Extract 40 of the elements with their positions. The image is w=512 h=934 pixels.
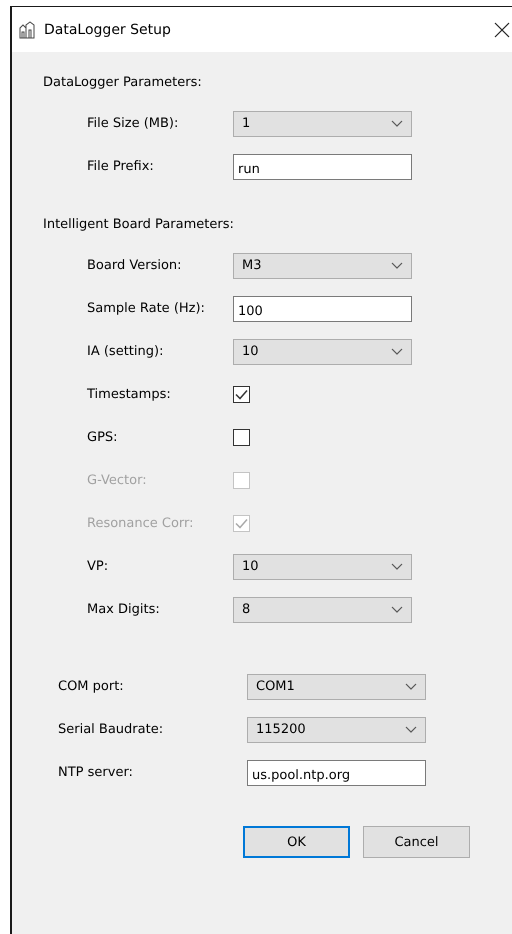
field-label: Sample Rate (Hz): xyxy=(87,301,206,316)
field-label: File Prefix: xyxy=(87,159,155,174)
field-label: IA (setting): xyxy=(87,344,164,359)
field-label: Resonance Corr: xyxy=(87,516,195,531)
dropdown[interactable]: 10 xyxy=(233,338,412,364)
dropdown[interactable]: COM1 xyxy=(247,674,426,700)
dropdown[interactable]: M3 xyxy=(233,252,412,278)
checkbox[interactable] xyxy=(233,386,250,403)
dropdown[interactable]: 8 xyxy=(233,596,412,622)
field-label: NTP server: xyxy=(58,765,134,780)
field-label: Timestamps: xyxy=(87,387,172,402)
section-heading: DataLogger Parameters: xyxy=(43,74,203,92)
cancel-button[interactable]: Cancel xyxy=(363,826,470,858)
field-label: Max Digits: xyxy=(87,602,161,617)
field-label: VP: xyxy=(87,559,110,574)
dropdown[interactable]: 1 xyxy=(233,110,412,136)
section-heading: Intelligent Board Parameters: xyxy=(43,216,235,234)
field-label: Serial Baudrate: xyxy=(58,722,164,737)
input-field[interactable]: us.pool.ntp.org xyxy=(247,760,426,786)
chevron-down-icon xyxy=(391,348,403,355)
field-label: Board Version: xyxy=(87,258,183,273)
buildings-icon xyxy=(18,20,36,38)
field-label: COM port: xyxy=(58,679,125,694)
chevron-down-icon xyxy=(391,262,403,269)
dropdown[interactable]: 10 xyxy=(233,554,412,580)
close-icon[interactable] xyxy=(492,20,512,40)
window-title: DataLogger Setup xyxy=(44,22,171,38)
field-label: G-Vector: xyxy=(87,473,148,488)
chevron-down-icon xyxy=(391,120,403,127)
input-field[interactable]: run xyxy=(233,154,412,180)
input-field[interactable]: 100 xyxy=(233,296,412,322)
dropdown[interactable]: 115200 xyxy=(247,716,426,742)
chevron-down-icon xyxy=(405,726,417,733)
chevron-down-icon xyxy=(405,683,417,690)
field-label: File Size (MB): xyxy=(87,116,180,131)
field-label: GPS: xyxy=(87,430,119,445)
chevron-down-icon xyxy=(391,563,403,570)
chevron-down-icon xyxy=(391,606,403,613)
checkbox[interactable] xyxy=(233,429,250,446)
ok-button[interactable]: OK xyxy=(243,826,350,858)
